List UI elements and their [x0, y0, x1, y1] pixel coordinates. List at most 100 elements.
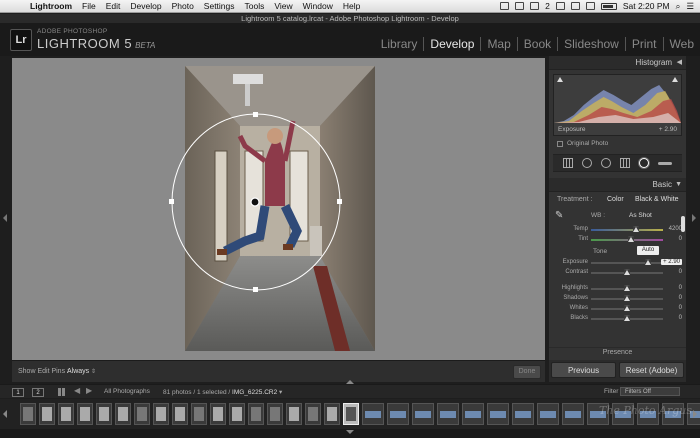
graduated-filter-icon[interactable]: [619, 158, 630, 168]
shadow-clipping-icon[interactable]: [557, 77, 563, 82]
filmstrip-thumbnail[interactable]: [153, 403, 169, 425]
edit-pins-select[interactable]: Always: [67, 368, 96, 375]
back-arrow-icon[interactable]: ◀: [74, 386, 80, 395]
photo-canvas[interactable]: [12, 58, 545, 360]
filmstrip-thumbnail[interactable]: [39, 403, 55, 425]
filmstrip-left-icon[interactable]: [3, 410, 7, 418]
highlight-clipping-icon[interactable]: [672, 77, 678, 82]
slider-track[interactable]: [591, 315, 663, 321]
auto-tone-button[interactable]: Auto: [637, 246, 659, 255]
filmstrip-thumbnail[interactable]: [412, 403, 434, 425]
menu-edit[interactable]: Edit: [106, 1, 121, 11]
slider-track[interactable]: [591, 226, 663, 232]
filmstrip-thumbnail[interactable]: [343, 403, 359, 425]
slider-value[interactable]: 0: [679, 236, 682, 242]
filmstrip-thumbnail[interactable]: [305, 403, 321, 425]
menu-photo[interactable]: Photo: [172, 1, 194, 11]
menu-view[interactable]: View: [274, 1, 292, 11]
wb-select[interactable]: As Shot: [629, 212, 652, 219]
slider-value[interactable]: 4200: [669, 226, 682, 232]
eyedropper-icon[interactable]: ✎: [555, 210, 565, 222]
previous-button[interactable]: Previous: [551, 362, 616, 378]
slider-value[interactable]: 0: [679, 315, 682, 321]
original-photo-toggle[interactable]: Original Photo: [553, 139, 682, 148]
slider-highlights[interactable]: Highlights 0: [549, 283, 686, 293]
notification-badge[interactable]: 2: [545, 1, 550, 11]
filmstrip-thumbnail[interactable]: [362, 403, 384, 425]
clock[interactable]: Sat 2:20 PM: [623, 1, 670, 11]
filmstrip[interactable]: The Photo Argus: [0, 399, 700, 429]
treatment-color-option[interactable]: Color: [607, 192, 624, 208]
slider-value[interactable]: 0: [679, 285, 682, 291]
slider-shadows[interactable]: Shadows 0: [549, 293, 686, 303]
menu-window[interactable]: Window: [303, 1, 333, 11]
slider-thumb[interactable]: [624, 285, 630, 291]
filmstrip-thumbnail[interactable]: [324, 403, 340, 425]
menu-file[interactable]: File: [82, 1, 96, 11]
filmstrip-thumbnail[interactable]: [77, 403, 93, 425]
filmstrip-right-icon[interactable]: [693, 410, 697, 418]
module-slideshow[interactable]: Slideshow: [558, 37, 626, 51]
volume-icon[interactable]: [585, 2, 595, 10]
slider-blacks[interactable]: Blacks 0: [549, 313, 686, 323]
filmstrip-thumbnail[interactable]: [115, 403, 131, 425]
slider-thumb[interactable]: [624, 315, 630, 321]
filmstrip-thumbnail[interactable]: [58, 403, 74, 425]
radial-filter-icon[interactable]: [638, 158, 649, 168]
slider-whites[interactable]: Whites 0: [549, 303, 686, 313]
treatment-bw-option[interactable]: Black & White: [635, 192, 679, 208]
filmstrip-thumbnail[interactable]: [20, 403, 36, 425]
filmstrip-thumbnail[interactable]: [487, 403, 509, 425]
slider-value[interactable]: + 2.90: [661, 259, 682, 265]
menu-develop[interactable]: Develop: [130, 1, 161, 11]
second-screen-button[interactable]: 2: [32, 388, 44, 397]
module-web[interactable]: Web: [664, 37, 694, 51]
filmstrip-thumbnail[interactable]: [172, 403, 188, 425]
wifi-icon[interactable]: [570, 2, 580, 10]
slider-thumb[interactable]: [624, 305, 630, 311]
filmstrip-thumbnail[interactable]: [267, 403, 283, 425]
drive-icon[interactable]: [530, 2, 540, 10]
menu-lightroom[interactable]: Lightroom: [30, 1, 72, 11]
slider-thumb[interactable]: [633, 226, 640, 232]
photo-preview[interactable]: [185, 66, 375, 351]
slider-temp[interactable]: Temp 4200: [549, 224, 686, 234]
left-panel-edge[interactable]: [0, 56, 12, 382]
slider-exposure[interactable]: Exposure + 2.90: [549, 257, 686, 267]
slider-thumb[interactable]: [644, 259, 651, 265]
filmstrip-thumbnail[interactable]: [96, 403, 112, 425]
main-screen-button[interactable]: 1: [12, 388, 24, 397]
original-photo-checkbox[interactable]: [557, 140, 563, 147]
collapse-arrow-icon[interactable]: ◀: [677, 56, 682, 70]
basic-collapse-icon[interactable]: ▼: [675, 178, 682, 192]
filmstrip-thumbnail[interactable]: [537, 403, 559, 425]
module-print[interactable]: Print: [626, 37, 664, 51]
filmstrip-thumbnail[interactable]: [512, 403, 534, 425]
panel-scrollbar[interactable]: [681, 216, 685, 232]
filmstrip-thumbnail[interactable]: [387, 403, 409, 425]
filmstrip-thumbnail[interactable]: [210, 403, 226, 425]
slider-thumb[interactable]: [624, 269, 630, 275]
filter-select[interactable]: Filters Off: [620, 387, 680, 396]
filmstrip-thumbnail[interactable]: [462, 403, 484, 425]
filter-handle-left[interactable]: [169, 199, 174, 204]
slider-track[interactable]: [591, 285, 663, 291]
filmstrip-thumbnail[interactable]: [286, 403, 302, 425]
forward-arrow-icon[interactable]: ▶: [86, 386, 92, 395]
file-name[interactable]: IMG_6225.CR2: [232, 389, 277, 396]
slider-value[interactable]: 0: [679, 269, 682, 275]
module-library[interactable]: Library: [375, 37, 425, 51]
module-book[interactable]: Book: [518, 37, 559, 51]
filmstrip-thumbnail[interactable]: [134, 403, 150, 425]
menu-tools[interactable]: Tools: [245, 1, 265, 11]
slider-contrast[interactable]: Contrast 0: [549, 267, 686, 277]
red-eye-icon[interactable]: [601, 158, 612, 168]
done-button[interactable]: Done: [513, 365, 541, 379]
expand-left-icon[interactable]: [3, 214, 7, 222]
dropbox-icon[interactable]: [500, 2, 510, 10]
module-map[interactable]: Map: [481, 37, 518, 51]
basic-header[interactable]: Basic ▼: [549, 178, 686, 192]
battery-icon[interactable]: [600, 2, 617, 10]
adjustment-brush-icon[interactable]: [657, 161, 672, 165]
filmstrip-thumbnail[interactable]: [191, 403, 207, 425]
